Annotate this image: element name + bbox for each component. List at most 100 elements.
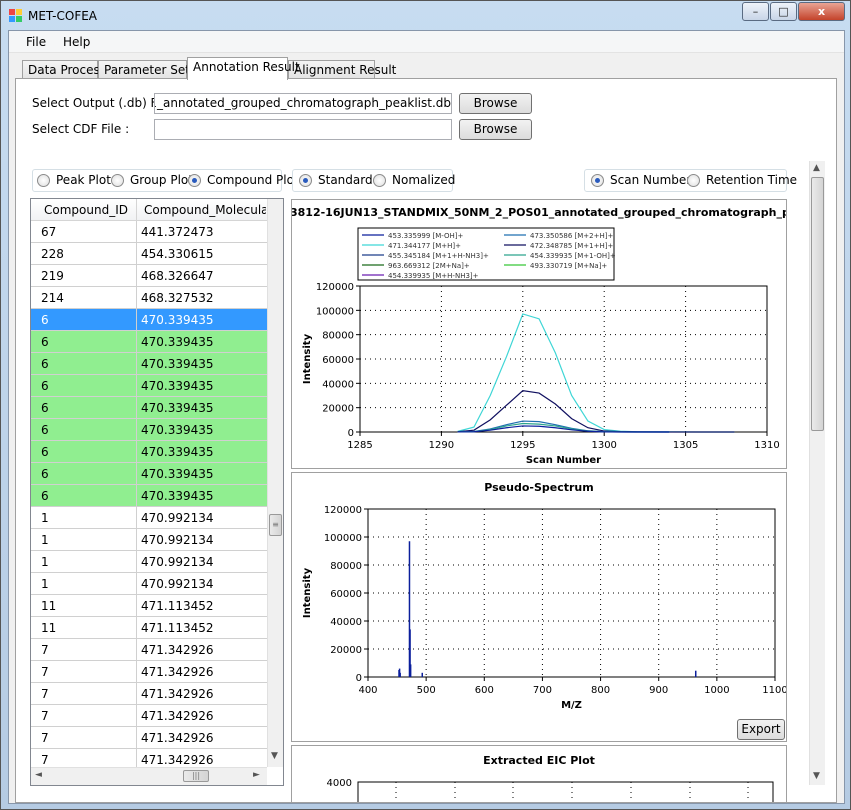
table-row[interactable]: 6 470.339435 [31, 463, 267, 485]
table-hscroll-thumb[interactable]: ||| [183, 770, 209, 782]
table-row[interactable]: 67 441.372473 [31, 221, 267, 243]
tab-parameter-setup[interactable]: Parameter Setup [98, 60, 205, 79]
cell-separator [136, 661, 137, 683]
maximize-button[interactable]: □ [770, 2, 797, 21]
cell-compound-id: 7 [41, 643, 49, 657]
table-row[interactable]: 7 471.342926 [31, 705, 267, 727]
table-row[interactable]: 11 471.113452 [31, 595, 267, 617]
x-tick-label: 1295 [510, 440, 535, 451]
export-button[interactable]: Export [737, 719, 785, 740]
cell-molecular-mass: 470.339435 [141, 467, 214, 481]
menu-file[interactable]: File [26, 35, 46, 49]
x-tick-label: 1000 [704, 685, 729, 696]
output-file-field[interactable]: M_2_POS01_annotated_grouped_chromatograp… [154, 93, 452, 114]
table-row[interactable]: 6 470.339435 [31, 441, 267, 463]
cell-separator [136, 551, 137, 573]
table-scroll-thumb[interactable]: ≡ [269, 514, 282, 536]
table-row[interactable]: 7 471.342926 [31, 749, 267, 767]
compound-table: Compound_ID Compound_MolecularMass 67441… [30, 198, 284, 786]
y-tick-label: 60000 [330, 589, 362, 600]
cell-separator [136, 595, 137, 617]
minimize-button[interactable]: – [742, 2, 769, 21]
y-tick-label: 60000 [322, 355, 354, 366]
close-button[interactable]: x [798, 2, 845, 21]
cell-molecular-mass: 468.327532 [141, 291, 214, 305]
table-row[interactable]: 7 471.342926 [31, 683, 267, 705]
retention-time-radio[interactable]: Retention Time [687, 173, 797, 187]
table-vertical-scrollbar[interactable]: ≡ ▼ [267, 199, 283, 767]
table-row[interactable]: 11 471.113452 [31, 617, 267, 639]
window-title: MET-COFEA [28, 9, 98, 23]
legend-entry: 472.348785 [M+1+H]+ [530, 242, 613, 250]
menu-help[interactable]: Help [63, 35, 90, 49]
cell-molecular-mass: 471.342926 [141, 753, 214, 767]
cell-compound-id: 6 [41, 335, 49, 349]
cell-molecular-mass: 470.992134 [141, 533, 214, 547]
y-axis-label: Intensity [302, 567, 313, 618]
cell-compound-id: 219 [41, 269, 64, 283]
table-row[interactable]: 7 471.342926 [31, 639, 267, 661]
cdf-browse-button[interactable]: Browse [459, 119, 532, 140]
scroll-down-icon[interactable]: ▼ [813, 771, 820, 781]
main-window: MET-COFEA – □ x File Help Data Process P… [0, 0, 851, 810]
scroll-up-icon[interactable]: ▲ [813, 163, 820, 173]
y-tick-label: 100000 [316, 306, 354, 317]
table-row[interactable]: 6 470.339435 [31, 485, 267, 507]
cell-compound-id: 7 [41, 665, 49, 679]
normalized-radio[interactable]: Nomalized [373, 173, 455, 187]
y-tick-label: 4000 [327, 778, 352, 789]
table-row[interactable]: 1 470.992134 [31, 529, 267, 551]
table-row[interactable]: 6 470.339435 [31, 375, 267, 397]
tab-annotation-result[interactable]: Annotation Result [187, 57, 300, 80]
table-row[interactable]: 1 470.992134 [31, 551, 267, 573]
y-tick-label: 100000 [324, 533, 362, 544]
table-row[interactable]: 219 468.326647 [31, 265, 267, 287]
pseudo-spectrum-svg: Pseudo-Spectrum 400 500 600 700 800 900 1000 110… [302, 481, 788, 711]
table-row[interactable]: 7 471.342926 [31, 661, 267, 683]
tab-alignment-result[interactable]: Alignment Result [288, 60, 396, 79]
scan-number-radio[interactable]: Scan Number [591, 173, 691, 187]
y-tick-label: 0 [356, 673, 362, 684]
chromatogram-chart: 3812-16JUN13_STANDMIX_50NM_2_POS01_annot… [290, 199, 851, 469]
group-plot-radio[interactable]: Group Plot [111, 173, 193, 187]
output-browse-button[interactable]: Browse [459, 93, 532, 114]
tab-data-process[interactable]: Data Process [22, 60, 106, 79]
table-row[interactable]: 6 470.339435 [31, 331, 267, 353]
header-molecular-mass[interactable]: Compound_MolecularMass [144, 203, 266, 217]
cell-molecular-mass: 470.339435 [141, 489, 214, 503]
cell-molecular-mass: 471.342926 [141, 687, 214, 701]
standard-radio[interactable]: Standard [299, 173, 373, 187]
table-row[interactable]: 214 468.327532 [31, 287, 267, 309]
cell-compound-id: 1 [41, 555, 49, 569]
peak-plot-radio[interactable]: Peak Plot [37, 173, 111, 187]
table-horizontal-scrollbar[interactable]: ◄ ||| ► [31, 767, 267, 785]
table-row[interactable]: 6 470.339435 [31, 419, 267, 441]
y-tick-label: 80000 [330, 561, 362, 572]
panel-scroll-thumb[interactable] [811, 177, 824, 431]
cell-compound-id: 7 [41, 687, 49, 701]
panel-vertical-scrollbar[interactable]: ▲ ▼ [809, 161, 825, 785]
cell-molecular-mass: 454.330615 [141, 247, 214, 261]
cell-separator [136, 375, 137, 397]
table-row[interactable]: 1 470.992134 [31, 573, 267, 595]
compound-plot-radio[interactable]: Compound Plot [188, 173, 299, 187]
table-row[interactable]: 7 471.342926 [31, 727, 267, 749]
table-row[interactable]: 1 470.992134 [31, 507, 267, 529]
cdf-file-field[interactable] [154, 119, 452, 140]
table-scroll-down-icon[interactable]: ▼ [271, 751, 278, 761]
y-tick-label: 40000 [322, 379, 354, 390]
x-tick-label: 1300 [591, 440, 616, 451]
legend-entry: 473.350586 [M+2+H]+ [530, 232, 613, 240]
scroll-right-icon[interactable]: ► [253, 770, 260, 780]
header-compound-id[interactable]: Compound_ID [44, 203, 128, 217]
cell-compound-id: 7 [41, 709, 49, 723]
table-row[interactable]: 6 470.339435 [31, 353, 267, 375]
scroll-left-icon[interactable]: ◄ [35, 770, 42, 780]
x-axis-label: M/Z [561, 700, 582, 711]
table-row[interactable]: 6 470.339435 [31, 309, 267, 331]
menu-bar: File Help [9, 31, 844, 53]
table-row[interactable]: 6 470.339435 [31, 397, 267, 419]
cell-separator [136, 727, 137, 749]
table-row[interactable]: 228 454.330615 [31, 243, 267, 265]
scan-number-label: Scan Number [610, 173, 692, 187]
